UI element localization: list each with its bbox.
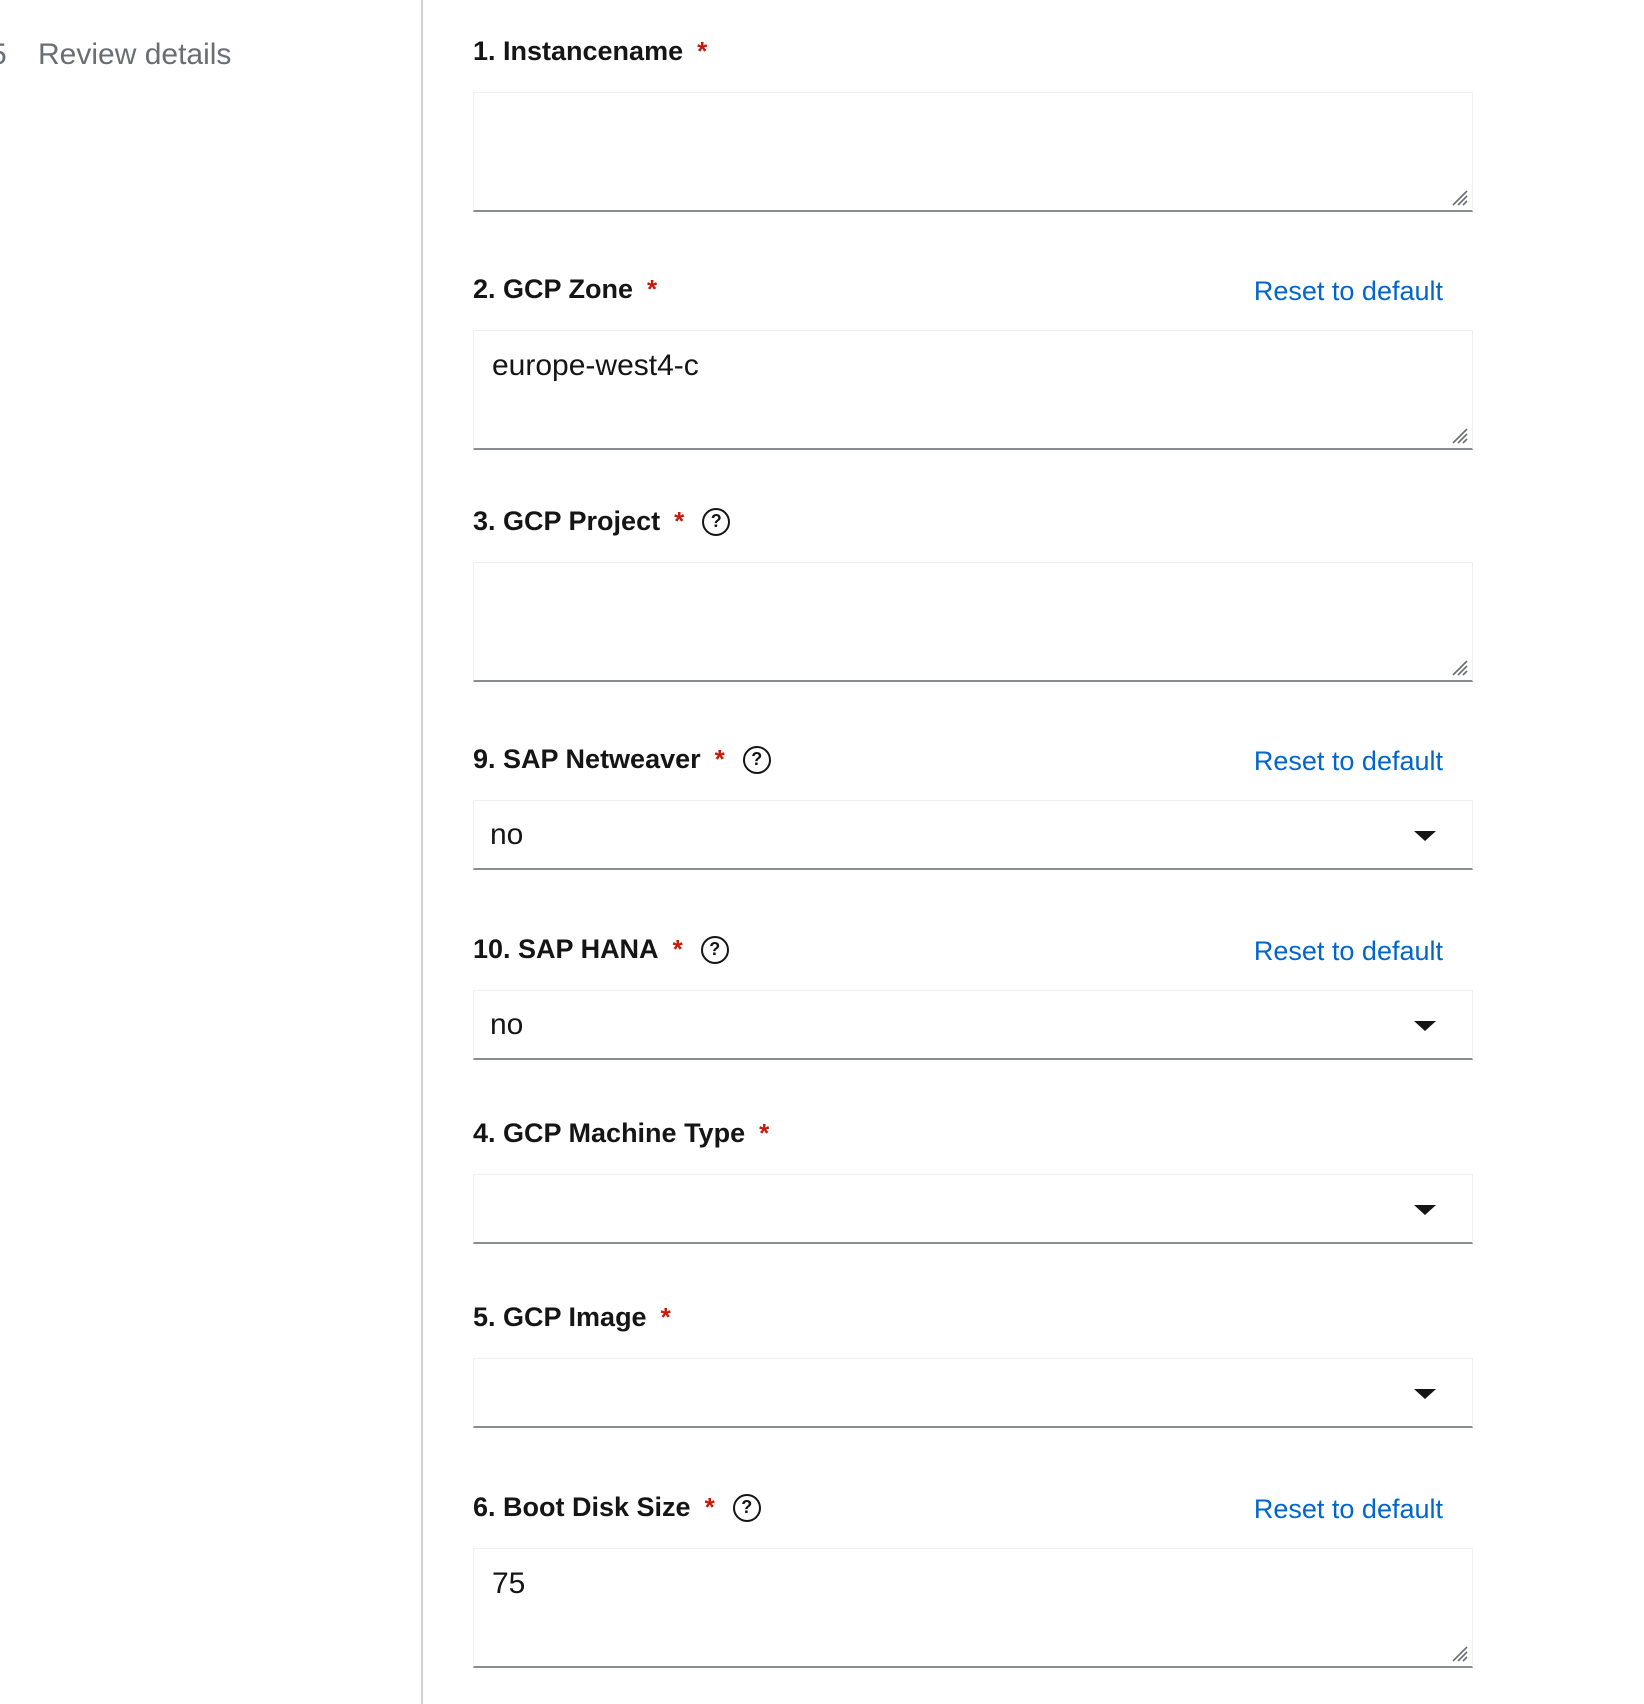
help-icon[interactable]: ? <box>742 745 771 774</box>
caret-down-icon <box>1414 1021 1436 1031</box>
required-marker: * <box>697 36 708 66</box>
required-marker: * <box>672 934 683 964</box>
help-icon[interactable]: ? <box>732 1493 761 1522</box>
step-number: 5 <box>0 38 38 72</box>
required-marker: * <box>714 744 725 774</box>
reset-to-default-link[interactable]: Reset to default <box>1254 746 1443 777</box>
boot-disk-size-textarea[interactable]: 75 <box>473 1548 1473 1668</box>
resize-grip-icon[interactable] <box>1446 654 1468 676</box>
sap-netweaver-select[interactable]: no <box>473 800 1473 870</box>
field-label: 5. GCP Image <box>473 1302 647 1332</box>
field-sap-netweaver: 9. SAP Netweaver * ? Reset to default no <box>473 744 1473 870</box>
field-label: 10. SAP HANA <box>473 934 659 964</box>
sap-hana-value: no <box>490 1008 524 1041</box>
field-instancename: 1. Instancename * <box>473 36 1473 212</box>
field-gcp-image: 5. GCP Image * <box>473 1302 1473 1428</box>
help-icon[interactable]: ? <box>700 935 729 964</box>
resize-grip-icon[interactable] <box>1446 422 1468 444</box>
field-label: 6. Boot Disk Size <box>473 1492 691 1522</box>
field-gcp-machine-type: 4. GCP Machine Type * <box>473 1118 1473 1244</box>
required-marker: * <box>704 1492 715 1522</box>
field-sap-hana: 10. SAP HANA * ? Reset to default no <box>473 934 1473 1060</box>
wizard-step-review-details[interactable]: 5Review details <box>0 38 231 72</box>
gcp-image-select[interactable] <box>473 1358 1473 1428</box>
help-icon[interactable]: ? <box>702 507 731 536</box>
reset-to-default-link[interactable]: Reset to default <box>1254 936 1443 967</box>
required-marker: * <box>647 274 658 304</box>
reset-to-default-link[interactable]: Reset to default <box>1254 1494 1443 1525</box>
field-boot-disk-size: 6. Boot Disk Size * ? Reset to default 7… <box>473 1492 1473 1668</box>
field-gcp-zone: 2. GCP Zone * Reset to default europe-we… <box>473 274 1473 450</box>
caret-down-icon <box>1414 1389 1436 1399</box>
required-marker: * <box>759 1118 770 1148</box>
field-label: 3. GCP Project <box>473 506 661 536</box>
field-label: 4. GCP Machine Type <box>473 1118 746 1148</box>
reset-to-default-link[interactable]: Reset to default <box>1254 276 1443 307</box>
gcp-zone-value: europe-west4-c <box>492 349 699 382</box>
gcp-zone-textarea[interactable]: europe-west4-c <box>473 330 1473 450</box>
wizard-sidebar: 5Review details <box>0 0 423 1704</box>
caret-down-icon <box>1414 831 1436 841</box>
sap-hana-select[interactable]: no <box>473 990 1473 1060</box>
gcp-machine-type-select[interactable] <box>473 1174 1473 1244</box>
field-label: 2. GCP Zone <box>473 274 634 304</box>
boot-disk-size-value: 75 <box>492 1567 526 1600</box>
sap-netweaver-value: no <box>490 818 524 851</box>
resize-grip-icon[interactable] <box>1446 184 1468 206</box>
resize-grip-icon[interactable] <box>1446 1640 1468 1662</box>
instancename-textarea[interactable] <box>473 92 1473 212</box>
field-label: 1. Instancename <box>473 36 684 66</box>
field-label: 9. SAP Netweaver <box>473 744 701 774</box>
step-label: Review details <box>38 38 232 71</box>
required-marker: * <box>660 1302 671 1332</box>
caret-down-icon <box>1414 1205 1436 1215</box>
gcp-project-textarea[interactable] <box>473 562 1473 682</box>
required-marker: * <box>674 506 685 536</box>
field-gcp-project: 3. GCP Project * ? <box>473 506 1473 682</box>
